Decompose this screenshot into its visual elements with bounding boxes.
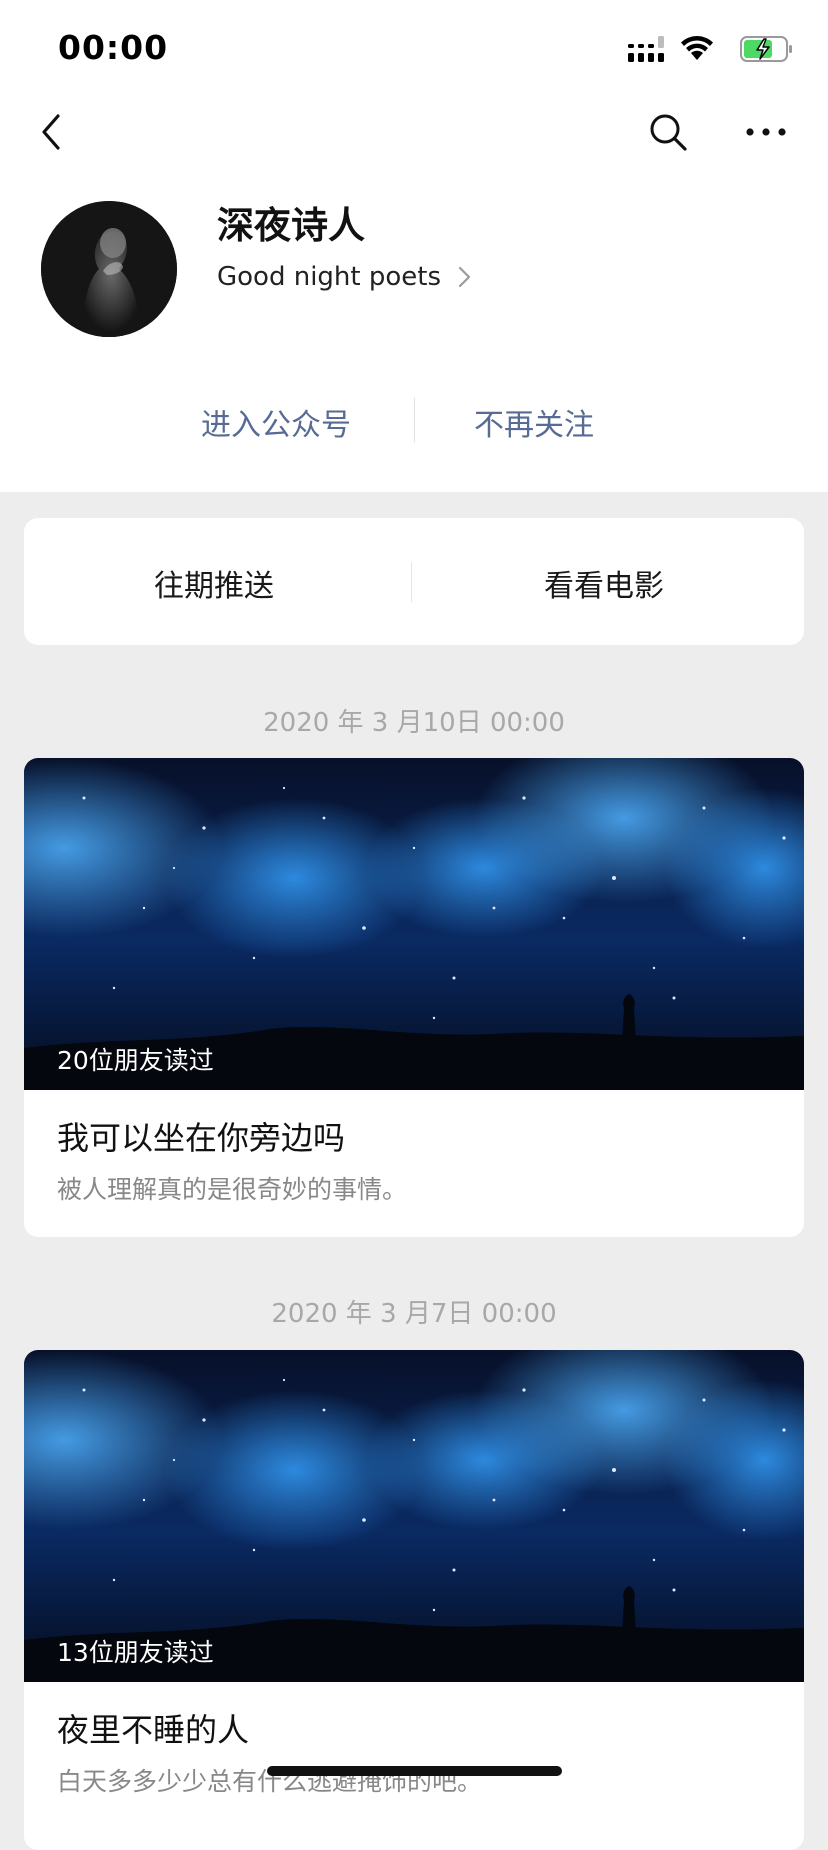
enter-account-button[interactable]: 进入公众号 [201,400,351,444]
avatar-figure-icon [41,201,177,337]
article-card[interactable]: 20位朋友读过 我可以坐在你旁边吗 被人理解真的是很奇妙的事情。 [24,758,804,1237]
article-title: 夜里不睡的人 [57,1711,250,1749]
profile-header: 00:00 深夜诗人 Good night poets 进入公众号 不再关注 [0,0,828,492]
divider [411,562,412,602]
search-icon[interactable] [648,112,688,152]
avatar[interactable] [41,201,177,337]
profile-subtitle: Good night poets [217,262,442,292]
menu-item-history[interactable]: 往期推送 [154,561,274,605]
profile-subtitle-link[interactable]: Good night poets [217,262,473,292]
date-label: 2020 年 3 月7日 00:00 [271,1299,557,1329]
article-title: 我可以坐在你旁边吗 [57,1119,346,1157]
battery-icon [740,36,792,62]
unfollow-button[interactable]: 不再关注 [474,400,594,444]
more-icon[interactable] [744,120,788,144]
read-count: 20位朋友读过 [57,1046,214,1075]
profile-name: 深夜诗人 [217,204,365,247]
divider [414,398,415,442]
chevron-right-icon [458,266,471,288]
read-count: 13位朋友读过 [57,1638,214,1667]
status-time: 00:00 [58,28,169,67]
date-label: 2020 年 3 月10日 00:00 [263,708,565,738]
menu-card: 往期推送 看看电影 [24,518,804,645]
cellular-signal-icon [628,36,664,62]
wifi-icon [681,36,713,60]
home-indicator[interactable] [267,1766,562,1776]
menu-item-movies[interactable]: 看看电影 [544,561,664,605]
back-icon[interactable] [36,108,70,156]
article-description: 被人理解真的是很奇妙的事情。 [57,1175,408,1204]
